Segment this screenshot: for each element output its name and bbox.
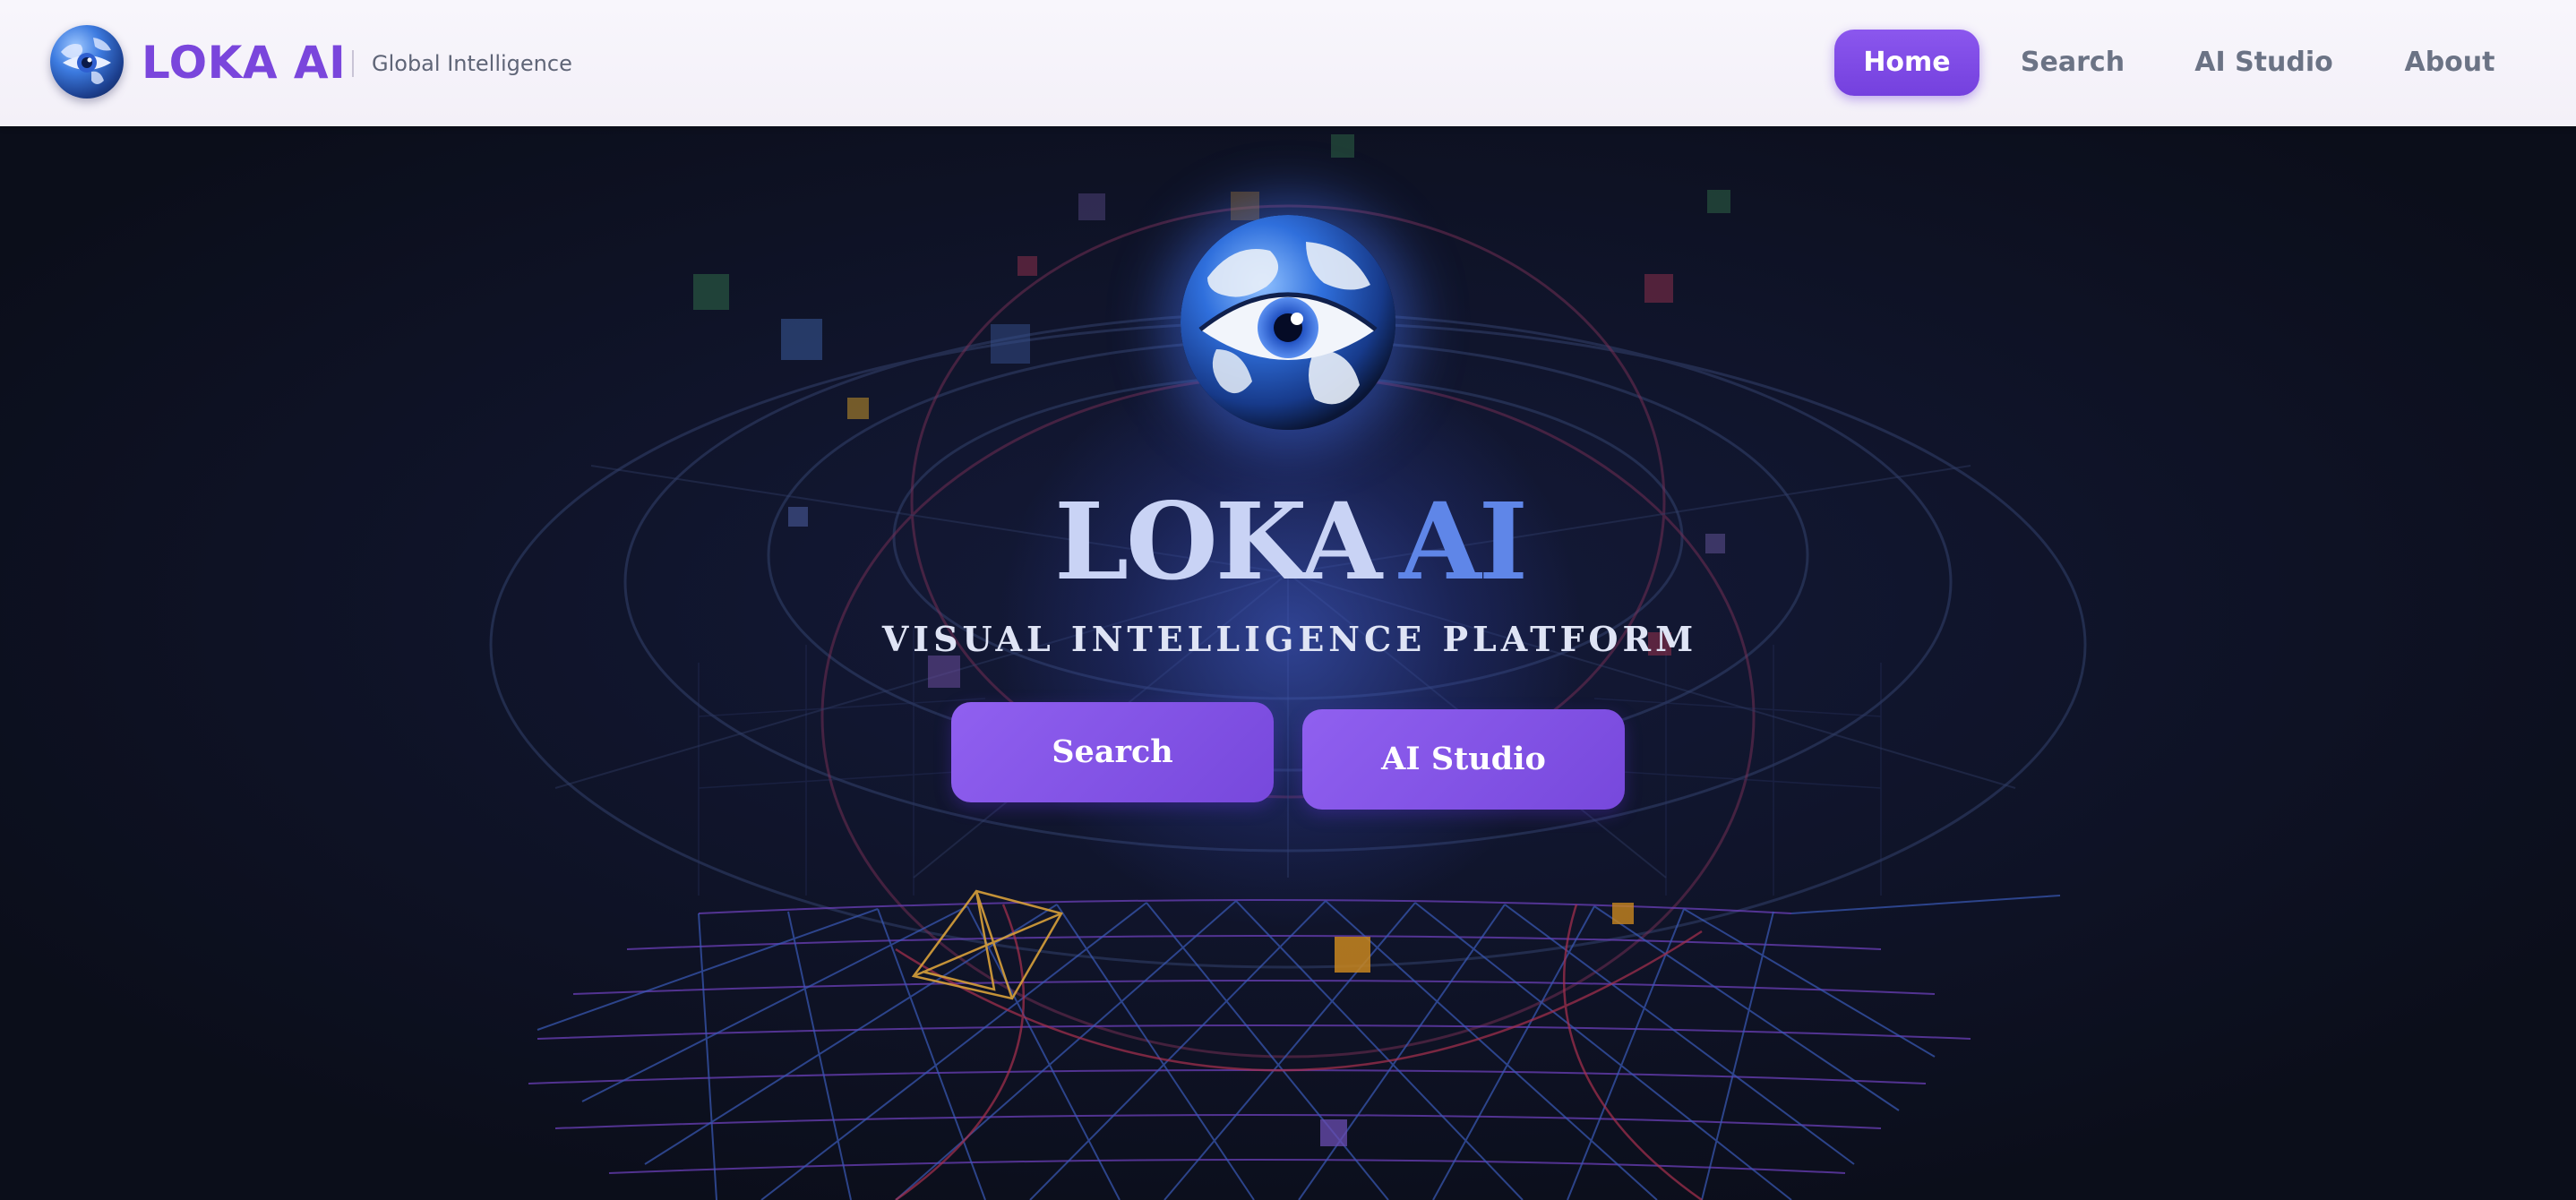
- globe-eye-icon[interactable]: [50, 25, 124, 99]
- hero-search-button[interactable]: Search: [951, 702, 1274, 802]
- hero-title-part1: LOKA: [1054, 479, 1382, 604]
- hero-title: LOKA AI: [976, 484, 1603, 600]
- nav-about-link[interactable]: About: [2396, 30, 2503, 96]
- brand-tagline: Global Intelligence: [372, 51, 572, 76]
- brand-name[interactable]: LOKA AI: [142, 34, 346, 91]
- top-navbar: LOKA AI Global Intelligence Home Search …: [0, 0, 2576, 126]
- hero-subtitle: VISUAL INTELLIGENCE PLATFORM: [881, 619, 1698, 659]
- hero-title-part2: AI: [1399, 479, 1528, 604]
- nav-search-link[interactable]: Search: [2015, 30, 2130, 96]
- hero-ai-studio-button[interactable]: AI Studio: [1302, 709, 1625, 810]
- brand-divider: [352, 50, 354, 77]
- nav-ai-studio-link[interactable]: AI Studio: [2185, 30, 2342, 96]
- nav-home-button[interactable]: Home: [1834, 30, 1979, 96]
- globe-eye-icon: [1181, 215, 1395, 430]
